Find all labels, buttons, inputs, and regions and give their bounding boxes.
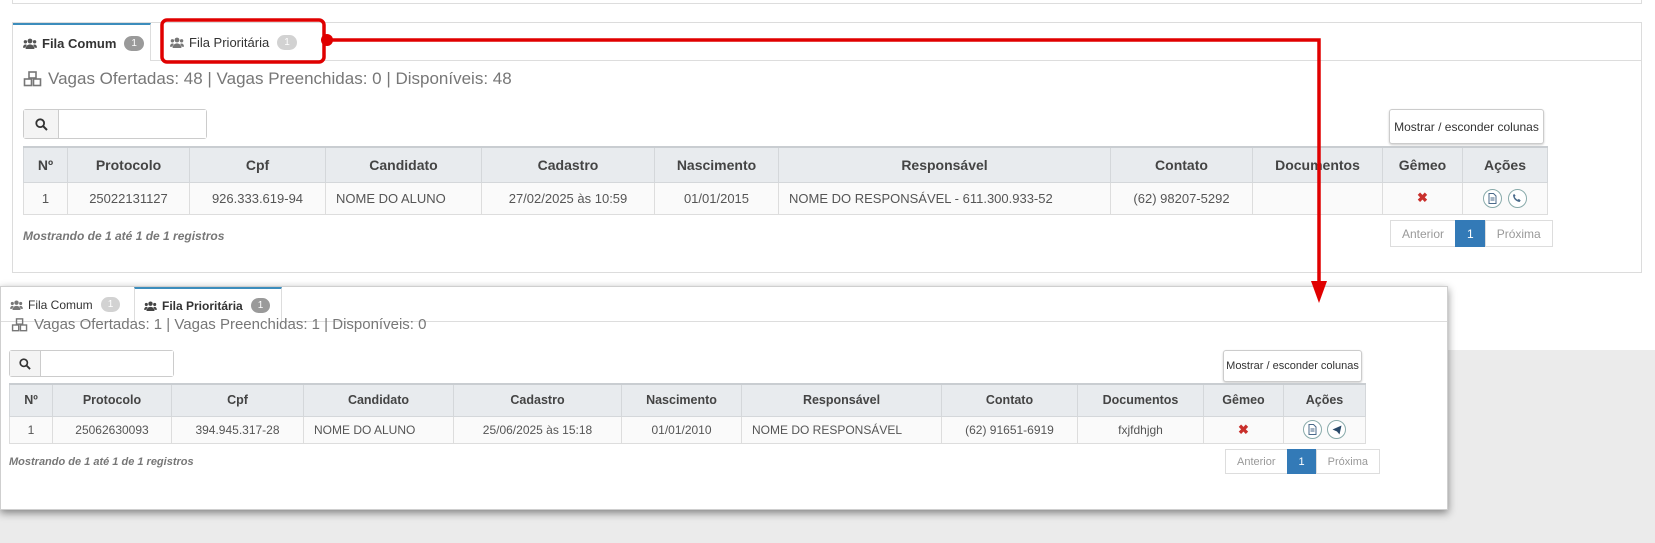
search-icon xyxy=(10,351,41,376)
cubes-icon xyxy=(11,317,29,332)
users-icon xyxy=(170,37,184,48)
vacancy-summary: Vagas Ofertadas: 1 | Vagas Preenchidas: … xyxy=(11,316,426,333)
close-icon: ✖ xyxy=(1417,190,1428,205)
pagination-previous[interactable]: Anterior xyxy=(1225,449,1288,474)
table-header-row: Nº Protocolo Cpf Candidato Cadastro Nasc… xyxy=(9,383,1366,417)
tab-count-badge: 1 xyxy=(277,34,297,50)
cell-protocolo: 25062630093 xyxy=(52,415,172,444)
tab-label: Fila Comum xyxy=(42,35,117,51)
vacancy-summary: Vagas Ofertadas: 48 | Vagas Preenchidas:… xyxy=(23,69,512,89)
column-header[interactable]: Nº xyxy=(23,146,68,183)
pagination-previous[interactable]: Anterior xyxy=(1390,220,1457,247)
phone-icon[interactable] xyxy=(1507,188,1527,208)
toggle-columns-button[interactable]: Mostrar / esconder colunas xyxy=(1389,109,1544,144)
cell-responsavel: NOME DO RESPONSÁVEL xyxy=(741,415,942,444)
cell-documentos: fxjfdhjgh xyxy=(1077,415,1204,444)
pagination: Anterior 1 Próxima xyxy=(1390,220,1553,247)
vacancy-summary-text: Vagas Ofertadas: 48 | Vagas Preenchidas:… xyxy=(48,69,512,88)
column-header[interactable]: Gêmeo xyxy=(1203,383,1284,417)
cell-contato: (62) 91651-6919 xyxy=(941,415,1078,444)
users-icon xyxy=(10,300,23,310)
column-header[interactable]: Documentos xyxy=(1077,383,1204,417)
cubes-icon xyxy=(23,71,43,87)
cell-cpf: 394.945.317-28 xyxy=(171,415,304,444)
records-info: Mostrando de 1 até 1 de 1 registros xyxy=(9,456,194,468)
queue-table: Nº Protocolo Cpf Candidato Cadastro Nasc… xyxy=(23,146,1548,215)
cell-cadastro: 27/02/2025 às 10:59 xyxy=(481,181,655,215)
column-header[interactable]: Nº xyxy=(9,383,53,417)
vacancy-summary-text: Vagas Ofertadas: 1 | Vagas Preenchidas: … xyxy=(34,316,427,333)
column-header[interactable]: Cadastro xyxy=(481,146,655,183)
column-header: Ações xyxy=(1462,146,1548,183)
tab-count-badge: 1 xyxy=(100,297,121,312)
toggle-columns-button[interactable]: Mostrar / esconder colunas xyxy=(1223,350,1362,382)
queue-panel-before: Fila Comum 1 Fila Prioritária 1 Vagas Of… xyxy=(12,22,1642,273)
pagination-page-current[interactable]: 1 xyxy=(1455,220,1486,247)
cell-num: 1 xyxy=(23,181,68,215)
cell-protocolo: 25022131127 xyxy=(67,181,190,215)
document-icon[interactable] xyxy=(1302,420,1322,439)
top-container-edge xyxy=(12,0,1642,4)
search-box xyxy=(9,350,174,377)
tab-count-badge: 1 xyxy=(124,35,144,51)
search-input[interactable] xyxy=(41,351,173,376)
close-icon: ✖ xyxy=(1238,421,1249,437)
cell-nascimento: 01/01/2010 xyxy=(621,415,742,444)
column-header[interactable]: Contato xyxy=(941,383,1078,417)
cell-candidato: NOME DO ALUNO xyxy=(325,181,482,215)
users-icon xyxy=(23,38,37,49)
tab-label: Fila Comum xyxy=(28,297,93,312)
table-row: 1 25062630093 394.945.317-28 NOME DO ALU… xyxy=(9,415,1366,444)
table-row: 1 25022131127 926.333.619-94 NOME DO ALU… xyxy=(23,181,1548,215)
page-background-grey xyxy=(1448,350,1655,543)
cell-documentos xyxy=(1252,181,1383,215)
column-header[interactable]: Cadastro xyxy=(453,383,622,417)
column-header[interactable]: Responsável xyxy=(741,383,942,417)
tab-label: Fila Prioritária xyxy=(189,34,270,50)
send-icon[interactable] xyxy=(1327,420,1347,439)
cell-cadastro: 25/06/2025 às 15:18 xyxy=(453,415,622,444)
tab-label: Fila Prioritária xyxy=(162,298,243,313)
cell-gemeo: ✖ xyxy=(1382,181,1463,215)
cell-contato: (62) 98207-5292 xyxy=(1110,181,1253,215)
column-header[interactable]: Cpf xyxy=(189,146,326,183)
pagination-next[interactable]: Próxima xyxy=(1315,449,1380,474)
users-icon xyxy=(144,301,157,311)
column-header[interactable]: Gêmeo xyxy=(1382,146,1463,183)
column-header: Ações xyxy=(1283,383,1366,417)
pagination-page-current[interactable]: 1 xyxy=(1286,449,1317,474)
search-input[interactable] xyxy=(59,110,206,138)
cell-acoes xyxy=(1462,181,1548,215)
pagination: Anterior 1 Próxima xyxy=(1225,449,1380,474)
column-header[interactable]: Cpf xyxy=(171,383,304,417)
column-header[interactable]: Responsável xyxy=(778,146,1111,183)
column-header[interactable]: Protocolo xyxy=(52,383,172,417)
column-header[interactable]: Nascimento xyxy=(654,146,779,183)
tab-fila-prioritaria[interactable]: Fila Prioritária 1 xyxy=(168,23,308,61)
search-box xyxy=(23,109,207,139)
queue-panel-after: Fila Comum 1 Fila Prioritária 1 Vagas Of… xyxy=(0,286,1448,510)
pagination-next[interactable]: Próxima xyxy=(1484,220,1553,247)
cell-nascimento: 01/01/2015 xyxy=(654,181,779,215)
column-header[interactable]: Contato xyxy=(1110,146,1253,183)
tab-count-badge: 1 xyxy=(250,298,271,313)
document-icon[interactable] xyxy=(1483,188,1503,208)
cell-num: 1 xyxy=(9,415,53,444)
cell-acoes xyxy=(1283,415,1366,444)
column-header[interactable]: Candidato xyxy=(303,383,454,417)
column-header[interactable]: Documentos xyxy=(1252,146,1383,183)
queue-table: Nº Protocolo Cpf Candidato Cadastro Nasc… xyxy=(9,383,1366,444)
tab-fila-comum[interactable]: Fila Comum 1 xyxy=(13,23,151,61)
cell-cpf: 926.333.619-94 xyxy=(189,181,326,215)
cell-responsavel: NOME DO RESPONSÁVEL - 611.300.933-52 xyxy=(778,181,1111,215)
cell-gemeo: ✖ xyxy=(1203,415,1284,444)
table-header-row: Nº Protocolo Cpf Candidato Cadastro Nasc… xyxy=(23,146,1548,183)
column-header[interactable]: Protocolo xyxy=(67,146,190,183)
cell-candidato: NOME DO ALUNO xyxy=(303,415,454,444)
column-header[interactable]: Candidato xyxy=(325,146,482,183)
search-icon xyxy=(24,110,59,138)
queue-tabs: Fila Comum 1 Fila Prioritária 1 xyxy=(13,23,1641,61)
column-header[interactable]: Nascimento xyxy=(621,383,742,417)
records-info: Mostrando de 1 até 1 de 1 registros xyxy=(23,229,225,243)
